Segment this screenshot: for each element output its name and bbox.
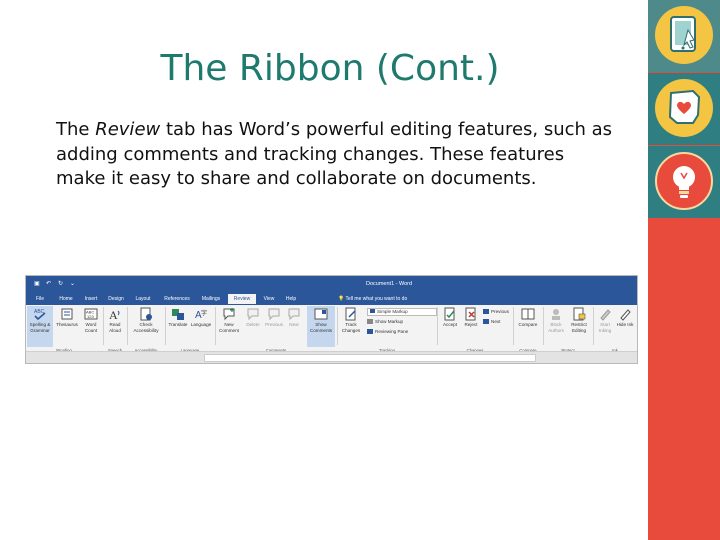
document-title: Document1 - Word	[366, 281, 413, 287]
sidebar-block-tablet	[648, 0, 720, 72]
tab-references[interactable]: References	[160, 294, 194, 304]
separator	[337, 307, 338, 345]
tab-review[interactable]: Review	[228, 294, 256, 304]
delete-comment-button[interactable]: Delete	[243, 307, 263, 328]
language-icon: A字	[195, 309, 207, 321]
slide-title: The Ribbon (Cont.)	[160, 48, 500, 89]
separator	[127, 307, 128, 345]
word-count-icon: ABC123	[84, 308, 98, 320]
spelling-check-icon: ABC	[34, 309, 46, 321]
slide-body: The Review tab has Word’s powerful editi…	[56, 118, 616, 192]
new-comment-button[interactable]: New Comment	[217, 307, 241, 333]
tab-view[interactable]: View	[260, 294, 278, 304]
start-inking-button[interactable]: Start Inking	[595, 307, 615, 333]
customize-qat-icon[interactable]: ⌄	[70, 280, 75, 289]
ribbon-title-bar: ▣ ↶ ↻ ⌄ Document1 - Word	[26, 276, 637, 293]
decorative-sidebar	[648, 0, 720, 540]
reviewing-pane-button[interactable]: Reviewing Pane	[367, 329, 408, 335]
separator	[215, 307, 216, 345]
previous-comment-button[interactable]: Previous	[263, 307, 285, 328]
track-changes-icon	[345, 307, 356, 321]
tab-design[interactable]: Design	[106, 294, 126, 304]
restrict-editing-button[interactable]: Restrict Editing	[567, 307, 591, 333]
previous-change-button[interactable]: Previous	[483, 309, 509, 315]
ohio-heart-icon	[655, 79, 713, 137]
tab-home[interactable]: Home	[56, 294, 76, 304]
separator	[103, 307, 104, 345]
word-ribbon-screenshot: ▣ ↶ ↻ ⌄ Document1 - Word File Home Inser…	[25, 275, 638, 364]
tab-mailings[interactable]: Mailings	[198, 294, 224, 304]
show-markup-button[interactable]: Show Markup	[367, 319, 403, 325]
tell-me-search[interactable]: 💡 Tell me what you want to do	[338, 294, 407, 304]
block-authors-icon	[552, 309, 560, 320]
next-change-button[interactable]: Next	[483, 319, 500, 325]
new-comment-icon	[223, 308, 235, 321]
markup-view-dropdown[interactable]: Simple Markup	[367, 308, 437, 316]
lightbulb-icon	[655, 152, 713, 210]
ribbon-tab-bar: File Home Insert Design Layout Reference…	[26, 293, 637, 305]
compare-icon	[521, 308, 535, 320]
translate-button[interactable]: Translate	[167, 307, 189, 328]
redo-icon[interactable]: ↻	[58, 280, 63, 289]
accessibility-icon	[140, 307, 152, 321]
start-inking-icon	[600, 309, 611, 321]
track-changes-button[interactable]: Track Changes	[339, 307, 363, 333]
svg-text:字: 字	[201, 309, 207, 317]
tablet-touch-icon	[655, 6, 713, 64]
reject-icon	[465, 307, 476, 321]
compare-button[interactable]: Compare	[515, 307, 541, 328]
previous-comment-icon	[268, 308, 280, 321]
read-aloud-button[interactable]: A Read Aloud	[105, 307, 125, 333]
separator	[513, 307, 514, 345]
hide-ink-icon	[620, 309, 631, 321]
next-comment-button[interactable]: Next	[285, 307, 303, 328]
tab-insert[interactable]: Insert	[82, 294, 100, 304]
tab-layout[interactable]: Layout	[132, 294, 154, 304]
body-text-before: The	[56, 119, 96, 140]
spelling-grammar-button[interactable]: ABC Spelling & Grammar	[27, 307, 53, 333]
restrict-editing-icon	[573, 307, 586, 321]
undo-icon[interactable]: ↶	[46, 280, 51, 289]
thesaurus-icon	[61, 308, 73, 320]
thesaurus-button[interactable]: Thesaurus	[55, 307, 79, 328]
next-comment-icon	[288, 308, 300, 321]
show-comments-icon	[314, 308, 328, 320]
word-count-button[interactable]: ABC 123 Word Count	[81, 307, 101, 333]
tab-file[interactable]: File	[32, 294, 48, 304]
translate-icon	[172, 309, 184, 320]
reject-button[interactable]: Reject	[461, 307, 481, 328]
accept-icon	[444, 307, 455, 321]
ruler-scale	[204, 354, 536, 362]
separator	[593, 307, 594, 345]
language-button[interactable]: A字 Language	[189, 307, 213, 328]
separator	[165, 307, 166, 345]
separator	[437, 307, 438, 345]
body-text-emphasis: Review	[95, 119, 161, 140]
block-authors-button[interactable]: Block Authors	[545, 307, 567, 333]
separator	[543, 307, 544, 345]
ribbon-review-commands: ABC Spelling & Grammar Thesaurus ABC 123 …	[26, 305, 637, 353]
show-comments-button[interactable]: Show Comments	[307, 307, 335, 333]
svg-text:123: 123	[87, 314, 94, 319]
document-ruler	[26, 351, 637, 363]
svg-text:A: A	[109, 308, 118, 321]
hide-ink-button[interactable]: Hide Ink	[615, 307, 635, 328]
tell-me-text: Tell me what you want to do	[345, 296, 408, 302]
save-icon[interactable]: ▣	[34, 280, 40, 289]
delete-comment-icon	[247, 308, 259, 321]
check-accessibility-button[interactable]: Check Accessibility	[129, 307, 163, 333]
read-aloud-icon: A	[109, 308, 120, 321]
accept-button[interactable]: Accept	[439, 307, 461, 328]
sidebar-block-idea	[648, 146, 720, 218]
sidebar-block-ohio	[648, 73, 720, 145]
tab-help[interactable]: Help	[282, 294, 300, 304]
